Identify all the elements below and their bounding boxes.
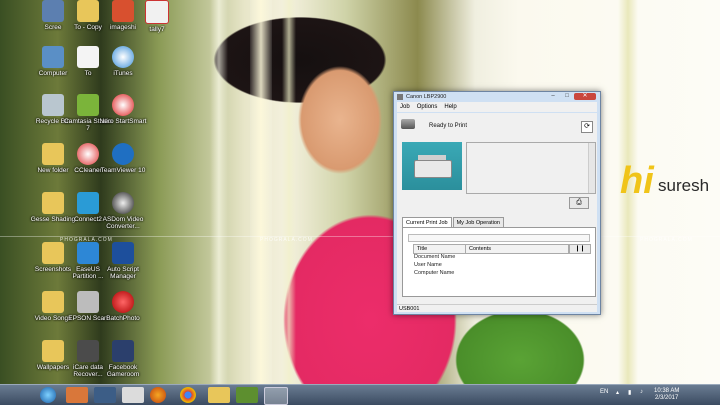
field-user-name: User Name	[414, 262, 442, 268]
taskbar-app-icon[interactable]	[94, 387, 116, 403]
refresh-icon[interactable]: ⟳	[581, 121, 593, 133]
easeus-icon	[77, 242, 99, 264]
scrollbar[interactable]	[588, 143, 595, 193]
job-table-header: Title Contents	[413, 244, 569, 254]
menu-options[interactable]: Options	[417, 102, 438, 112]
folder-icon	[42, 340, 64, 362]
desktop: PHOGRALA.COM PHOGRALA.COM PHOGRALA.COM h…	[0, 0, 720, 384]
scanner-icon	[77, 291, 99, 313]
printer-status-window[interactable]: Canon LBP2900 – □ ✕ Job Options Help Rea…	[393, 91, 601, 315]
status-detail-area	[466, 142, 596, 194]
desktop-icon-batchphoto[interactable]: BatchPhoto	[99, 291, 147, 322]
taskbar-media-player-icon[interactable]	[66, 387, 88, 403]
watermark-text: PHOGRALA.COM	[640, 237, 693, 243]
desktop-icon-itunes[interactable]: iTunes	[99, 46, 147, 77]
clock-date: 2/3/2017	[655, 395, 679, 401]
teamviewer-icon	[112, 143, 134, 165]
recycle-bin-icon	[42, 94, 64, 116]
printer-status-text: Ready to Print	[429, 123, 468, 129]
gameroom-icon	[112, 340, 134, 362]
camtasia-icon	[77, 94, 99, 116]
wallpaper-flower-strand	[210, 0, 228, 384]
desktop-icon-tally[interactable]: tally7	[133, 0, 181, 33]
column-title: Title	[414, 245, 466, 253]
tray-expand-icon[interactable]: ▴	[616, 389, 619, 396]
script-icon	[112, 242, 134, 264]
field-document-name: Document Name	[414, 254, 456, 260]
image-app-icon	[112, 0, 134, 22]
status-bar: USB001	[397, 304, 597, 312]
network-icon[interactable]: ▮	[628, 389, 631, 396]
icare-icon	[77, 340, 99, 362]
window-title: Canon LBP2900	[406, 94, 447, 100]
printer-icon	[397, 94, 403, 100]
tally-icon	[145, 0, 169, 24]
field-computer-name: Computer Name	[414, 270, 455, 276]
folder-icon	[42, 192, 64, 214]
taskbar-folder-icon[interactable]	[208, 387, 230, 403]
desktop-icon-auto-script[interactable]: Auto Script Manager	[99, 242, 147, 280]
nero-icon	[112, 94, 134, 116]
window-client: Ready to Print ⟳ ⎙ Current Print Job My …	[397, 113, 597, 311]
language-indicator[interactable]: EN	[600, 389, 608, 395]
computer-icon	[42, 46, 64, 68]
pause-button[interactable]: ❙❙	[569, 244, 591, 254]
ccleaner-icon	[77, 143, 99, 165]
maximize-button[interactable]: □	[560, 93, 574, 100]
close-button[interactable]: ✕	[574, 93, 596, 100]
volume-icon[interactable]: ♪	[640, 389, 643, 395]
taskbar-document-icon[interactable]	[122, 387, 144, 403]
folder-icon	[77, 0, 99, 22]
taskbar-firefox-icon[interactable]	[150, 387, 166, 403]
clock-time: 10:38 AM	[654, 388, 680, 394]
desktop-icon-video-converter[interactable]: ASDom Video Converter...	[99, 192, 147, 230]
tab-panel: Title Contents ❙❙ Document Name User Nam…	[402, 227, 596, 297]
title-bar[interactable]: Canon LBP2900 – □ ✕	[394, 92, 600, 102]
menu-help[interactable]: Help	[444, 102, 456, 112]
wallpaper-flower-strand	[282, 0, 296, 384]
printer-status-icon	[401, 119, 415, 129]
folder-icon	[42, 291, 64, 313]
taskbar-printer-window-icon[interactable]	[264, 387, 288, 405]
menu-job[interactable]: Job	[400, 102, 410, 112]
batchphoto-icon	[112, 291, 134, 313]
taskbar-camtasia-icon[interactable]	[236, 387, 258, 403]
watermark-text: PHOGRALA.COM	[260, 237, 313, 243]
folder-icon	[42, 242, 64, 264]
desktop-icon-facebook-gameroom[interactable]: Facebook Gameroom	[99, 340, 147, 378]
minimize-button[interactable]: –	[546, 93, 560, 100]
menu-bar: Job Options Help	[397, 102, 597, 112]
brand-name: suresh	[658, 176, 710, 195]
printer-image	[402, 142, 462, 190]
screenshot-icon	[42, 0, 64, 22]
start-button[interactable]	[40, 387, 56, 403]
desktop-icon-teamviewer[interactable]: TeamViewer 10	[99, 143, 147, 174]
taskbar: EN ▴ ▮ ♪ 10:38 AM 2/3/2017	[0, 384, 720, 405]
print-settings-button[interactable]: ⎙	[569, 197, 589, 209]
folder-icon	[42, 143, 64, 165]
job-progress-bar	[408, 234, 590, 242]
video-reel-icon	[112, 192, 134, 214]
column-contents: Contents	[469, 246, 492, 252]
itunes-icon	[112, 46, 134, 68]
taskbar-chrome-icon[interactable]	[180, 387, 196, 403]
brand-text: hi	[620, 160, 654, 202]
file-icon	[77, 46, 99, 68]
wallpaper-flower-strand	[250, 0, 272, 384]
connect-icon	[77, 192, 99, 214]
system-clock[interactable]: 10:38 AM 2/3/2017	[654, 388, 679, 402]
desktop-icon-nero[interactable]: Nero StartSmart	[99, 94, 147, 125]
